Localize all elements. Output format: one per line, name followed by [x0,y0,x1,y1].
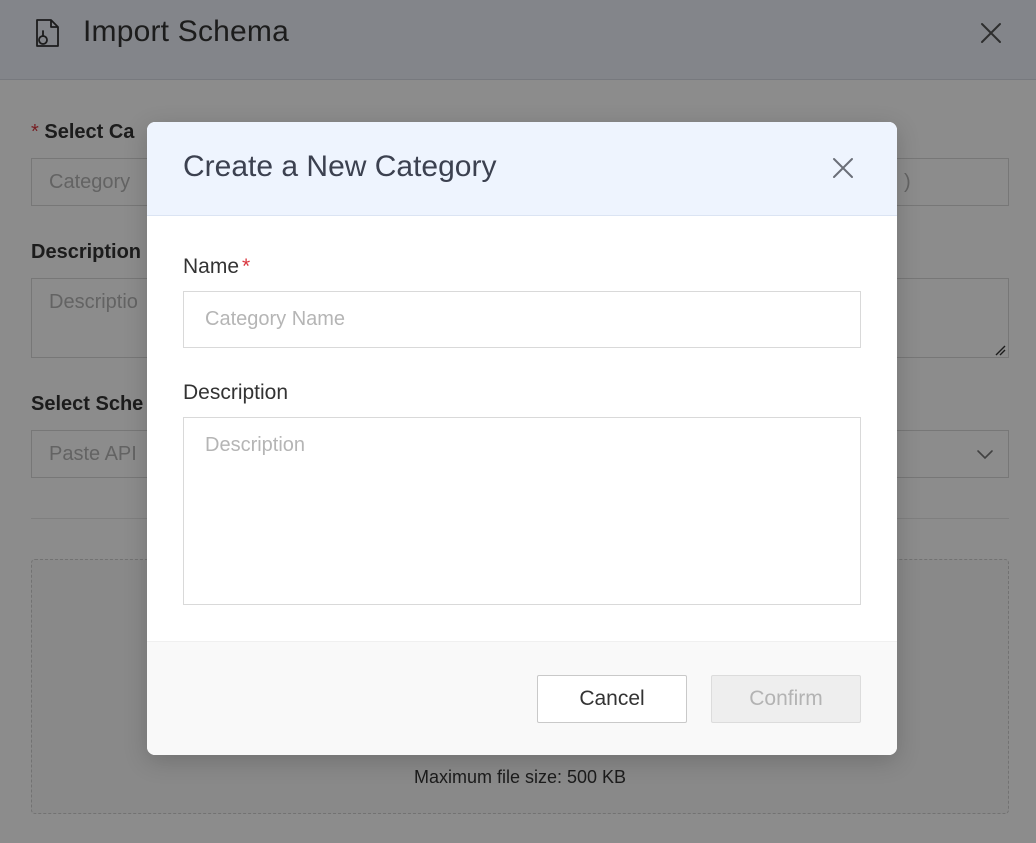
description-textarea[interactable] [183,417,861,605]
name-field-label: Name * [183,255,251,278]
cancel-button[interactable]: Cancel [537,675,687,723]
description-field-label: Description [183,381,289,404]
modal-title: Create a New Category [183,150,497,183]
close-icon[interactable] [830,155,856,181]
required-mark: * [242,255,251,278]
modal-header: Create a New Category [147,122,897,216]
create-category-modal: Create a New Category Name* Description … [147,122,897,755]
modal-footer: Cancel Confirm [147,641,897,755]
confirm-button[interactable]: Confirm [711,675,861,723]
category-name-input[interactable] [183,291,861,348]
